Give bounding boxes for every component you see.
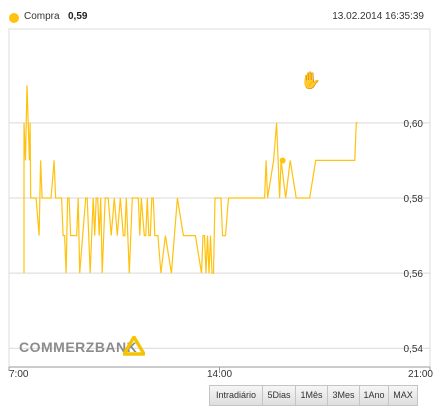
y-axis: 0,54 0,56 0,58 0,60 — [404, 119, 424, 355]
brand-logo-text: COMMERZBANK — [19, 339, 138, 355]
x-tick-label: 14:00 — [207, 369, 232, 380]
hand-grab-icon: ✋ — [300, 71, 322, 90]
series-line — [23, 85, 358, 274]
tab-1mes[interactable]: 1Mês — [296, 385, 328, 406]
y-tick-label: 0,54 — [404, 344, 424, 355]
x-axis: 7:00 14:00 21:00 — [8, 366, 433, 380]
tab-intradiario[interactable]: Intradiário — [209, 385, 263, 406]
current-point-marker — [279, 157, 286, 164]
tab-3mes[interactable]: 3Mes — [328, 385, 360, 406]
y-tick-label: 0,56 — [404, 269, 424, 280]
y-tick-label: 0,58 — [404, 194, 424, 205]
x-tick-label: 7:00 — [9, 369, 29, 380]
tab-5dias[interactable]: 5Dias — [263, 385, 296, 406]
x-tick-label: 21:00 — [408, 369, 433, 380]
tab-1ano[interactable]: 1Ano — [360, 385, 389, 406]
range-tabs: Intradiário 5Dias 1Mês 3Mes 1Ano MAX — [209, 385, 418, 406]
y-tick-label: 0,60 — [404, 119, 424, 130]
commerzbank-ribbon-icon — [123, 336, 145, 356]
tab-max[interactable]: MAX — [389, 385, 418, 406]
series-compra — [23, 85, 358, 274]
